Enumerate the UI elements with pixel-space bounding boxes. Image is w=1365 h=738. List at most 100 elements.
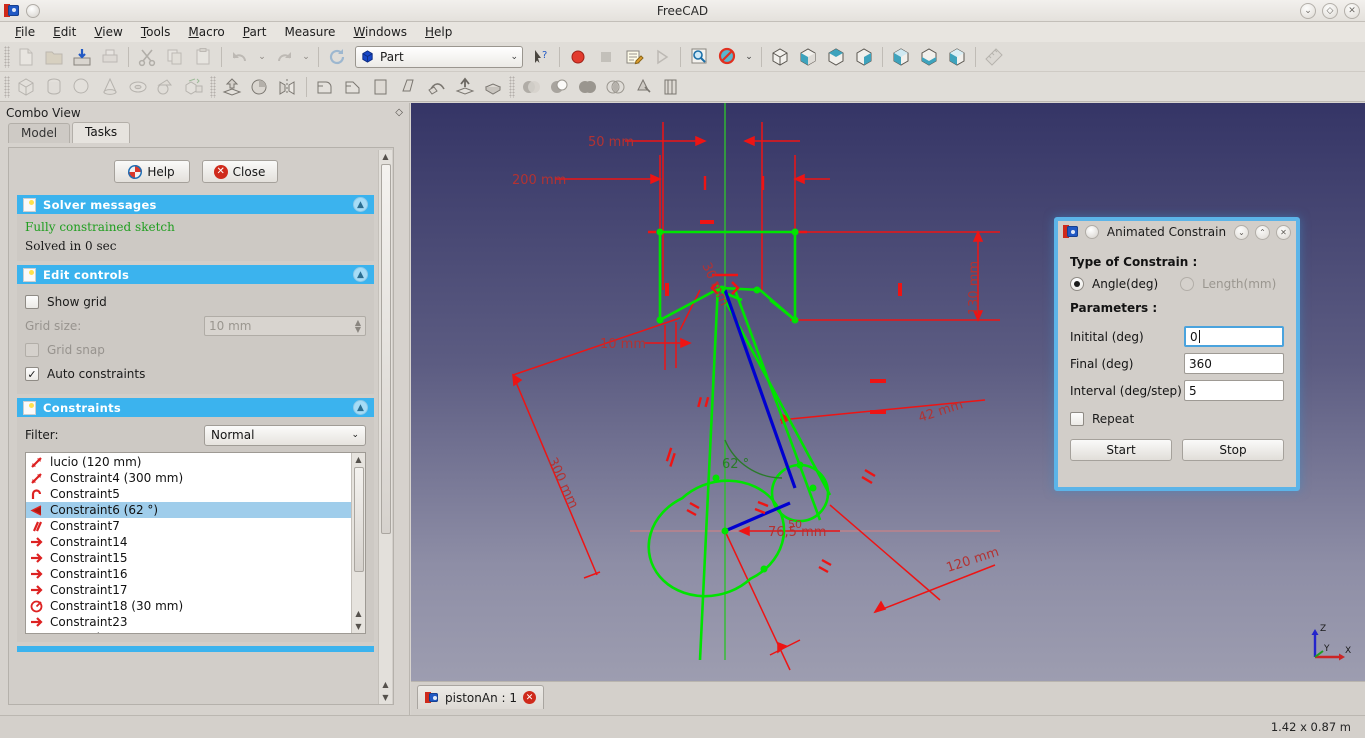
macro-edit-icon[interactable] xyxy=(621,44,647,70)
draw-style-icon[interactable] xyxy=(714,44,740,70)
menu-tools[interactable]: Tools xyxy=(132,24,180,40)
print-icon[interactable] xyxy=(97,44,123,70)
window-close-button[interactable]: ✕ xyxy=(1344,3,1360,19)
toolbar-grip[interactable] xyxy=(4,45,10,68)
fit-all-icon[interactable] xyxy=(686,44,712,70)
part-primitives-icon[interactable] xyxy=(153,74,179,100)
elements-header-partial[interactable] xyxy=(17,646,374,652)
part-extrude-icon[interactable] xyxy=(219,74,245,100)
show-grid-checkbox[interactable] xyxy=(25,295,39,309)
menu-view[interactable]: View xyxy=(85,24,131,40)
open-folder-icon[interactable] xyxy=(41,44,67,70)
constraint-list-item[interactable]: Constraint14 xyxy=(26,534,351,550)
whats-this-icon[interactable]: ? xyxy=(528,44,554,70)
tab-model[interactable]: Model xyxy=(8,123,71,143)
constraint-list-item[interactable]: Constraint6 (62 °) xyxy=(26,502,351,518)
macro-execute-icon[interactable] xyxy=(649,44,675,70)
constraints-list[interactable]: lucio (120 mm) Constraint4 (300 mm) Constr… xyxy=(25,452,366,634)
boolean-union-icon[interactable] xyxy=(574,74,600,100)
constraints-list-scrollbar[interactable]: ▲ ▲ ▼ xyxy=(351,453,365,633)
constraint-list-item[interactable]: Constraint16 xyxy=(26,566,351,582)
scroll-up-icon-2[interactable]: ▲ xyxy=(355,607,361,620)
tab-tasks[interactable]: Tasks xyxy=(72,122,131,143)
dialog-maximize-button[interactable]: ⌃ xyxy=(1255,224,1270,240)
menu-edit[interactable]: Edit xyxy=(44,24,85,40)
collapse-chevron-up-icon[interactable]: ▲ xyxy=(353,400,368,415)
toolbar-grip-4[interactable] xyxy=(509,75,515,98)
part-torus-icon[interactable] xyxy=(125,74,151,100)
menu-part[interactable]: Part xyxy=(234,24,276,40)
part-ruled-surface-icon[interactable] xyxy=(368,74,394,100)
part-loft-icon[interactable] xyxy=(396,74,422,100)
part-cone-icon[interactable] xyxy=(97,74,123,100)
draw-style-dropdown-icon[interactable]: ⌄ xyxy=(742,44,756,70)
stop-button[interactable]: Stop xyxy=(1182,439,1284,461)
menu-help[interactable]: Help xyxy=(416,24,461,40)
dialog-minimize-button[interactable]: ⌄ xyxy=(1234,224,1249,240)
toolbar-grip-2[interactable] xyxy=(4,75,10,98)
constraints-header[interactable]: Constraints ▲ xyxy=(17,398,374,417)
initial-input[interactable]: 0 xyxy=(1184,326,1284,347)
scroll-down-icon[interactable]: ▼ xyxy=(355,620,361,633)
save-icon[interactable] xyxy=(69,44,95,70)
macro-stop-icon[interactable] xyxy=(593,44,619,70)
front-view-icon[interactable] xyxy=(795,44,821,70)
constraint-list-item[interactable]: Constraint15 xyxy=(26,550,351,566)
close-button[interactable]: ✕ Close xyxy=(201,160,278,183)
rear-view-icon[interactable] xyxy=(888,44,914,70)
filter-combobox[interactable]: Normal ⌄ xyxy=(204,424,366,446)
collapse-chevron-up-icon[interactable]: ▲ xyxy=(353,267,368,282)
repeat-checkbox[interactable] xyxy=(1070,412,1084,426)
dialog-close-button[interactable]: ✕ xyxy=(1276,224,1291,240)
boolean-section-icon[interactable] xyxy=(630,74,656,100)
float-panel-icon[interactable]: ◇ xyxy=(395,107,403,118)
dialog-menu-button[interactable] xyxy=(1085,225,1099,239)
document-tab[interactable]: pistonAn : 1 ✕ xyxy=(417,685,544,709)
document-tab-close-icon[interactable]: ✕ xyxy=(522,691,536,704)
constraint-list-item[interactable]: Constraint18 (30 mm) xyxy=(26,598,351,614)
window-maximize-button[interactable]: ◇ xyxy=(1322,3,1338,19)
workbench-selector[interactable]: Part ⌄ xyxy=(355,45,523,68)
bottom-view-icon[interactable] xyxy=(916,44,942,70)
scroll-up-icon-2[interactable]: ▲ xyxy=(382,678,388,691)
part-mirror-icon[interactable] xyxy=(275,74,301,100)
menu-file[interactable]: File xyxy=(6,24,44,40)
constraint-list-item[interactable]: Constraint23 xyxy=(26,614,351,630)
scroll-up-icon[interactable]: ▲ xyxy=(382,150,388,163)
part-offset-icon[interactable] xyxy=(452,74,478,100)
part-sphere-icon[interactable] xyxy=(69,74,95,100)
menu-windows[interactable]: Windows xyxy=(344,24,416,40)
constraint-list-item[interactable]: Constraint7 xyxy=(26,518,351,534)
constraint-list-item[interactable]: lucio (120 mm) xyxy=(26,454,351,470)
undo-dropdown-icon[interactable]: ⌄ xyxy=(255,44,269,70)
edit-controls-header[interactable]: Edit controls ▲ xyxy=(17,265,374,284)
angle-radio[interactable] xyxy=(1070,277,1084,291)
part-thickness-icon[interactable] xyxy=(480,74,506,100)
scrollbar-thumb[interactable] xyxy=(380,164,391,534)
redo-dropdown-icon[interactable]: ⌄ xyxy=(299,44,313,70)
boolean-cross-sections-icon[interactable] xyxy=(658,74,684,100)
refresh-icon[interactable] xyxy=(324,44,350,70)
grid-snap-checkbox[interactable] xyxy=(25,343,39,357)
scrollbar-thumb[interactable] xyxy=(353,467,364,572)
final-input[interactable]: 360 xyxy=(1184,353,1284,374)
collapse-chevron-up-icon[interactable]: ▲ xyxy=(353,197,368,212)
grid-size-spinbox[interactable]: 10 mm ▲ ▼ xyxy=(204,316,366,336)
constraint-list-item[interactable]: Constraint4 (300 mm) xyxy=(26,470,351,486)
scroll-up-icon[interactable]: ▲ xyxy=(355,453,361,466)
window-minimize-button[interactable]: ⌄ xyxy=(1300,3,1316,19)
spinner-arrows-icon[interactable]: ▲ ▼ xyxy=(355,319,361,334)
boolean-cut-icon[interactable] xyxy=(546,74,572,100)
measure-icon[interactable] xyxy=(981,44,1007,70)
macro-record-icon[interactable] xyxy=(565,44,591,70)
menu-macro[interactable]: Macro xyxy=(179,24,233,40)
start-button[interactable]: Start xyxy=(1070,439,1172,461)
task-panel-scrollbar[interactable]: ▲ ▲ ▼ xyxy=(378,150,392,704)
redo-icon[interactable] xyxy=(271,44,297,70)
part-shape-builder-icon[interactable] xyxy=(181,74,207,100)
boolean-icon[interactable] xyxy=(518,74,544,100)
constraint-list-item[interactable]: Constraint5 xyxy=(26,486,351,502)
part-sweep-icon[interactable] xyxy=(424,74,450,100)
part-fillet-icon[interactable] xyxy=(312,74,338,100)
new-document-icon[interactable] xyxy=(13,44,39,70)
